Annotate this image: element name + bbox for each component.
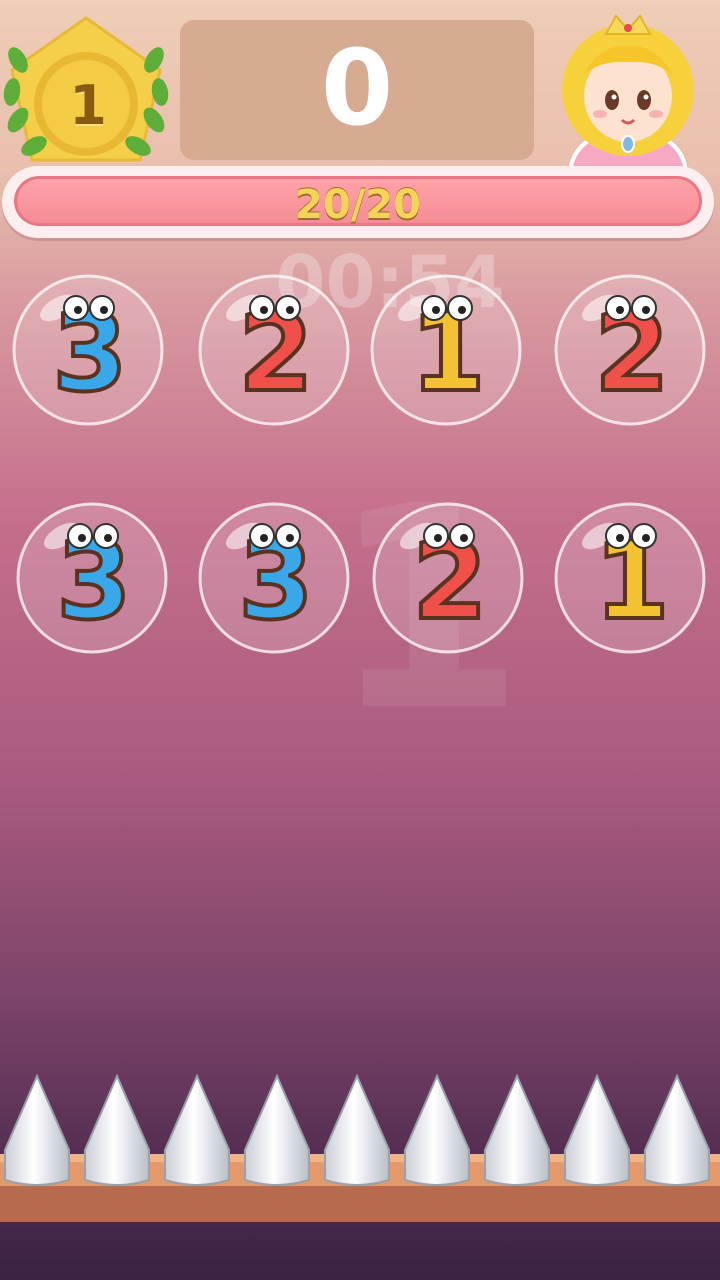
spike-icon: [84, 1073, 150, 1186]
spike-icon: [484, 1073, 550, 1186]
number-bubble[interactable]: 3: [10, 272, 166, 428]
number-bubble[interactable]: 3: [196, 500, 352, 656]
progress-track: 20/20: [14, 176, 702, 226]
hud: 1 0 20/20: [0, 0, 720, 250]
princess-avatar: [550, 4, 706, 174]
number-bubble[interactable]: 3: [14, 500, 170, 656]
spike-icon: [4, 1073, 70, 1186]
number-bubble[interactable]: 2: [370, 500, 526, 656]
spike-icon: [564, 1073, 630, 1186]
progress-text: 20/20: [295, 182, 421, 226]
spike-icon: [324, 1073, 390, 1186]
score-panel: 0: [180, 20, 534, 160]
level-number: 1: [69, 74, 107, 137]
score-value: 0: [320, 27, 394, 149]
spike-icon: [644, 1073, 710, 1186]
number-bubble[interactable]: 1: [552, 500, 708, 656]
spike-icon: [164, 1073, 230, 1186]
level-badge: 1: [0, 12, 172, 172]
spike-row: [0, 1070, 720, 1230]
spike-icon: [244, 1073, 310, 1186]
number-bubble[interactable]: 1: [368, 272, 524, 428]
number-bubble[interactable]: 2: [196, 272, 352, 428]
progress-bar: 20/20: [2, 166, 714, 238]
spike-icon: [404, 1073, 470, 1186]
number-bubble[interactable]: 2: [552, 272, 708, 428]
